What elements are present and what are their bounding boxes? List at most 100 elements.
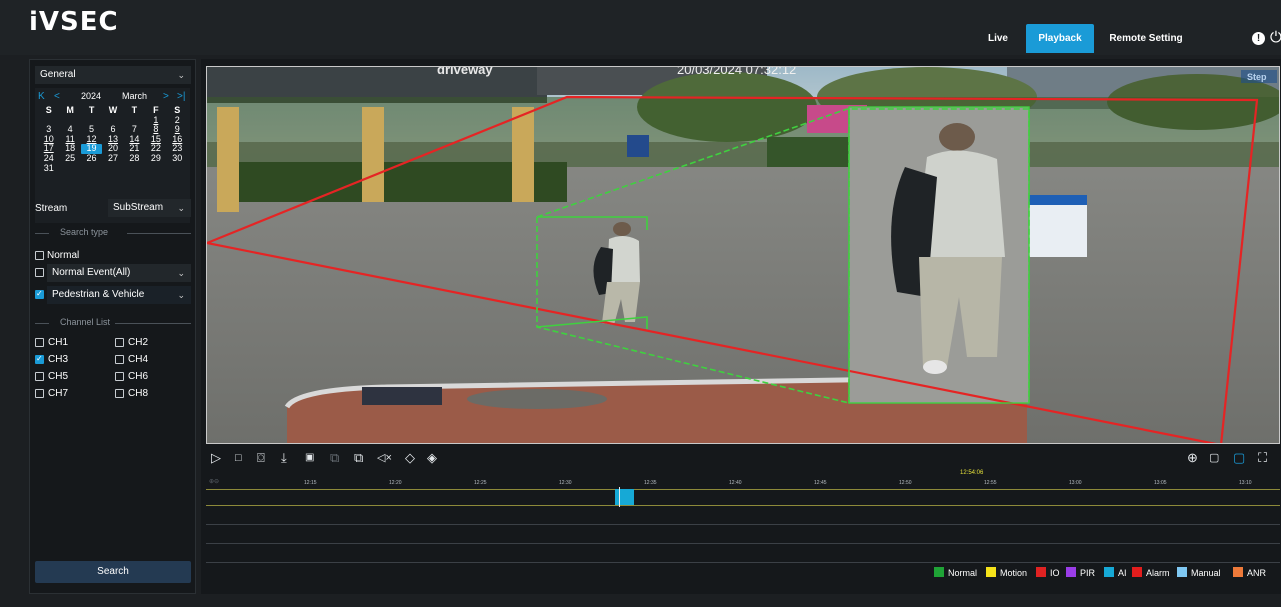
legend-label: ANR [1247,568,1267,578]
mode-select[interactable]: General ⌄ [35,66,191,84]
normal-event-checkbox[interactable] [35,268,44,277]
power-icon[interactable]: ⏻ [1270,29,1281,46]
timeline[interactable]: ⊕⊖ 12:15 12:20 12:25 12:30 12:35 12:40 12:45 12… [206,469,1280,563]
timeline-tick: 12:40 [729,480,742,486]
legend-item: ANR [1233,567,1266,579]
fullscreen-window-icon[interactable]: ▢ [1233,449,1245,467]
search-type-divider: Search type [35,227,191,239]
pedestrian-vehicle-select[interactable]: Pedestrian & Vehicle ⌄ [47,286,191,304]
channel-label: CH7 [48,388,69,399]
legend-item: Normal [934,567,977,579]
calendar-dow: W [108,105,118,115]
normal-event-select[interactable]: Normal Event(All) ⌄ [47,264,191,282]
channel-label: CH8 [128,388,149,399]
playback-toolbar: ▷ □ ⌼ ⤓ ▣ ⧉ ⧉ ◁× ◇ ◈ ⊕ ▢ ▢ ⛶ [209,449,1279,467]
prev-month-icon[interactable]: < [54,91,60,102]
tab-remote-setting[interactable]: Remote Setting [1103,24,1189,53]
window-icon[interactable]: ▢ [1209,449,1219,467]
logo: iVSEC [29,7,119,37]
fullscreen-icon[interactable]: ⛶ [1258,449,1267,467]
chevron-down-icon: ⌄ [177,203,185,213]
legend-swatch [1132,567,1142,577]
channel-list-divider: Channel List [35,317,191,329]
legend-swatch [1104,567,1114,577]
chevron-down-icon: ⌄ [177,70,185,80]
timeline-tick: 12:55 [984,480,997,486]
timeline-tick: 13:00 [1069,480,1082,486]
channel-label: CH1 [48,337,69,348]
top-bar: iVSEC Live Playback Remote Setting ! ⏻ [0,0,1281,55]
legend-swatch [1036,567,1046,577]
tab-playback[interactable]: Playback [1026,24,1094,53]
channel-list-label: Channel List [57,317,114,327]
channel-checkbox-ch7[interactable] [35,389,44,398]
current-time: 12:54:06 [960,470,984,476]
speed-icon[interactable]: ▣ [305,449,314,467]
tab-live[interactable]: Live [980,24,1016,53]
timeline-tick: 12:20 [389,480,402,486]
calendar-day[interactable]: 30 [167,153,188,164]
timeline-zoom-icon[interactable]: ⊕⊖ [209,478,219,485]
video-viewport[interactable]: driveway 20/03/2024 07:32:12 Step [206,66,1280,444]
legend-label: Alarm [1146,568,1170,578]
next-month-icon[interactable]: > [163,91,169,102]
legend-item: PIR [1066,567,1095,579]
first-month-icon[interactable]: K [38,91,45,102]
search-button[interactable]: Search [35,561,191,583]
legend-swatch [934,567,944,577]
calendar-day[interactable]: 29 [145,153,166,164]
download-icon[interactable]: ⤓ [281,449,287,467]
zoom-in-icon[interactable]: ⊕ [1187,449,1198,467]
clip-copy-icon[interactable]: ⧉ [354,449,363,467]
legend-swatch [1066,567,1076,577]
calendar-day[interactable]: 31 [38,163,59,174]
calendar-month: March [122,91,148,101]
legend-swatch [986,567,996,577]
calendar-day[interactable]: 25 [59,153,80,164]
channel-checkbox-ch2[interactable] [115,338,124,347]
osd-title: driveway [437,67,493,77]
timeline-tick: 12:45 [814,480,827,486]
channel-checkbox-ch4[interactable] [115,355,124,364]
calendar-day[interactable]: 27 [102,153,123,164]
channel-checkbox-ch5[interactable] [35,372,44,381]
ai-record-segment[interactable] [615,489,634,505]
stop-icon[interactable]: □ [235,449,242,467]
playhead[interactable] [619,487,620,507]
info-icon[interactable]: ! [1252,32,1265,45]
timeline-row-3 [206,543,1280,544]
channel-label: CH6 [128,371,149,382]
channel-checkbox-ch3[interactable] [35,354,44,364]
channel-label: CH3 [48,354,69,365]
legend-label: AI [1118,568,1127,578]
channel-checkbox-ch1[interactable] [35,338,44,347]
legend-swatch [1177,567,1187,577]
channel-label: CH4 [128,354,149,365]
channel-checkbox-ch8[interactable] [115,389,124,398]
legend-label: PIR [1080,568,1096,578]
search-type-label: Search type [57,227,112,237]
stream-select[interactable]: SubStream ⌄ [108,199,191,217]
snapshot-icon[interactable]: ⌼ [257,449,265,467]
calendar-day[interactable]: 26 [81,153,102,164]
last-month-icon[interactable]: >| [177,91,185,102]
channel-checkbox-ch6[interactable] [115,372,124,381]
step-label: Step [1247,72,1267,82]
timeline-tick: 12:25 [474,480,487,486]
timeline-tick: 12:50 [899,480,912,486]
timeline-tick: 13:05 [1154,480,1167,486]
clip-icon[interactable]: ⧉ [330,449,339,467]
osd-timestamp: 20/03/2024 07:32:12 [677,67,796,77]
stream-label: Stream [35,203,68,214]
tag-search-icon[interactable]: ◈ [427,449,437,467]
calendar-day[interactable]: 28 [124,153,145,164]
play-icon[interactable]: ▷ [211,449,221,467]
calendar-dow: S [45,105,52,115]
mute-icon[interactable]: ◁× [377,449,392,467]
pedestrian-vehicle-select-value: Pedestrian & Vehicle [52,289,145,300]
calendar-header: K < 2024 March > >| [35,91,190,105]
tag-icon[interactable]: ◇ [405,449,415,467]
legend-swatch [1233,567,1243,577]
pedestrian-vehicle-checkbox[interactable] [35,289,44,299]
normal-checkbox[interactable] [35,251,44,260]
